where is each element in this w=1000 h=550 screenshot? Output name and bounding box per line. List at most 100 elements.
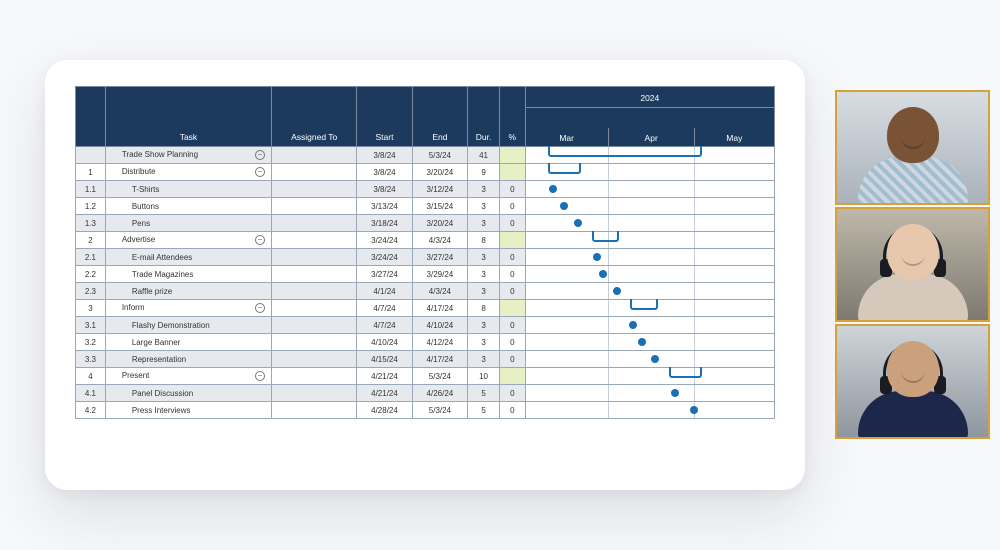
cell-assigned[interactable]: [272, 300, 357, 317]
cell-end[interactable]: 4/12/24: [412, 334, 467, 351]
gantt-task-dot[interactable]: [690, 406, 698, 414]
cell-duration[interactable]: 3: [468, 249, 500, 266]
table-row[interactable]: 1.3Pens3/18/243/20/2430: [76, 215, 775, 232]
cell-assigned[interactable]: [272, 164, 357, 181]
cell-task[interactable]: Pens: [105, 215, 271, 232]
cell-percent[interactable]: 0: [500, 283, 526, 300]
cell-percent[interactable]: 0: [500, 351, 526, 368]
cell-number[interactable]: 3: [76, 300, 106, 317]
cell-task[interactable]: Press Interviews: [105, 402, 271, 419]
gantt-task-dot[interactable]: [574, 219, 582, 227]
cell-assigned[interactable]: [272, 351, 357, 368]
cell-assigned[interactable]: [272, 402, 357, 419]
cell-task[interactable]: Distribute–: [105, 164, 271, 181]
cell-task[interactable]: Trade Magazines: [105, 266, 271, 283]
table-row[interactable]: 3.2Large Banner4/10/244/12/2430: [76, 334, 775, 351]
cell-number[interactable]: 3.2: [76, 334, 106, 351]
collapse-icon[interactable]: –: [255, 303, 265, 313]
cell-end[interactable]: 3/29/24: [412, 266, 467, 283]
table-row[interactable]: 2Advertise–3/24/244/3/248: [76, 232, 775, 249]
table-row[interactable]: 3.3Representation 4/15/244/17/2430: [76, 351, 775, 368]
cell-percent[interactable]: [500, 147, 526, 164]
cell-duration[interactable]: 3: [468, 351, 500, 368]
cell-assigned[interactable]: [272, 215, 357, 232]
cell-task[interactable]: Buttons: [105, 198, 271, 215]
cell-end[interactable]: 5/3/24: [412, 402, 467, 419]
cell-start[interactable]: 3/8/24: [357, 164, 412, 181]
cell-task[interactable]: E-mail Attendees: [105, 249, 271, 266]
video-tile[interactable]: [835, 324, 990, 439]
cell-duration[interactable]: 3: [468, 215, 500, 232]
cell-start[interactable]: 3/24/24: [357, 232, 412, 249]
table-row[interactable]: 2.3Raffle prize4/1/244/3/2430: [76, 283, 775, 300]
cell-end[interactable]: 4/17/24: [412, 300, 467, 317]
cell-duration[interactable]: 3: [468, 181, 500, 198]
cell-assigned[interactable]: [272, 368, 357, 385]
cell-number[interactable]: 1.3: [76, 215, 106, 232]
gantt-summary-bar[interactable]: [592, 235, 620, 242]
cell-percent[interactable]: 0: [500, 181, 526, 198]
collapse-icon[interactable]: –: [255, 371, 265, 381]
gantt-summary-bar[interactable]: [669, 371, 702, 378]
cell-number[interactable]: 3.1: [76, 317, 106, 334]
cell-end[interactable]: 4/3/24: [412, 232, 467, 249]
cell-duration[interactable]: 8: [468, 232, 500, 249]
cell-assigned[interactable]: [272, 232, 357, 249]
cell-duration[interactable]: 9: [468, 164, 500, 181]
cell-start[interactable]: 3/24/24: [357, 249, 412, 266]
cell-task[interactable]: Raffle prize: [105, 283, 271, 300]
gantt-summary-bar[interactable]: [548, 167, 581, 174]
gantt-task-dot[interactable]: [560, 202, 568, 210]
cell-end[interactable]: 4/26/24: [412, 385, 467, 402]
cell-percent[interactable]: 0: [500, 402, 526, 419]
cell-task[interactable]: Flashy Demonstration: [105, 317, 271, 334]
table-row[interactable]: 4.2Press Interviews4/28/245/3/2450: [76, 402, 775, 419]
collapse-icon[interactable]: –: [255, 167, 265, 177]
cell-duration[interactable]: 10: [468, 368, 500, 385]
cell-end[interactable]: 3/12/24: [412, 181, 467, 198]
collapse-icon[interactable]: –: [255, 235, 265, 245]
table-row[interactable]: 4Present–4/21/245/3/2410: [76, 368, 775, 385]
table-row[interactable]: 1Distribute–3/8/243/20/249: [76, 164, 775, 181]
gantt-table[interactable]: Task Assigned To Start End Dur. % 2024 M…: [75, 86, 775, 419]
cell-assigned[interactable]: [272, 334, 357, 351]
gantt-task-dot[interactable]: [613, 287, 621, 295]
cell-end[interactable]: 4/3/24: [412, 283, 467, 300]
table-row[interactable]: Trade Show Planning–3/8/245/3/2441: [76, 147, 775, 164]
cell-number[interactable]: 3.3: [76, 351, 106, 368]
cell-start[interactable]: 3/27/24: [357, 266, 412, 283]
cell-end[interactable]: 5/3/24: [412, 368, 467, 385]
cell-percent[interactable]: 0: [500, 385, 526, 402]
cell-duration[interactable]: 8: [468, 300, 500, 317]
cell-assigned[interactable]: [272, 181, 357, 198]
cell-start[interactable]: 4/21/24: [357, 368, 412, 385]
cell-start[interactable]: 3/8/24: [357, 147, 412, 164]
cell-percent[interactable]: 0: [500, 215, 526, 232]
cell-task[interactable]: Panel Discussion: [105, 385, 271, 402]
cell-percent[interactable]: 0: [500, 266, 526, 283]
cell-task[interactable]: Present–: [105, 368, 271, 385]
table-row[interactable]: 4.1Panel Discussion4/21/244/26/2450: [76, 385, 775, 402]
cell-number[interactable]: 4.1: [76, 385, 106, 402]
gantt-task-dot[interactable]: [671, 389, 679, 397]
cell-assigned[interactable]: [272, 266, 357, 283]
cell-percent[interactable]: 0: [500, 198, 526, 215]
gantt-summary-bar[interactable]: [630, 303, 658, 310]
cell-number[interactable]: 1.2: [76, 198, 106, 215]
cell-number[interactable]: 2.1: [76, 249, 106, 266]
cell-end[interactable]: 3/15/24: [412, 198, 467, 215]
video-tile[interactable]: [835, 207, 990, 322]
cell-number[interactable]: 1: [76, 164, 106, 181]
cell-start[interactable]: 4/1/24: [357, 283, 412, 300]
cell-percent[interactable]: 0: [500, 317, 526, 334]
cell-number[interactable]: 2.2: [76, 266, 106, 283]
table-row[interactable]: 3.1Flashy Demonstration4/7/244/10/2430: [76, 317, 775, 334]
cell-duration[interactable]: 3: [468, 198, 500, 215]
cell-start[interactable]: 4/15/24: [357, 351, 412, 368]
cell-start[interactable]: 4/21/24: [357, 385, 412, 402]
table-row[interactable]: 2.1E-mail Attendees3/24/243/27/2430: [76, 249, 775, 266]
cell-assigned[interactable]: [272, 283, 357, 300]
cell-start[interactable]: 3/13/24: [357, 198, 412, 215]
cell-task[interactable]: Representation: [105, 351, 271, 368]
cell-end[interactable]: 4/17/24: [412, 351, 467, 368]
